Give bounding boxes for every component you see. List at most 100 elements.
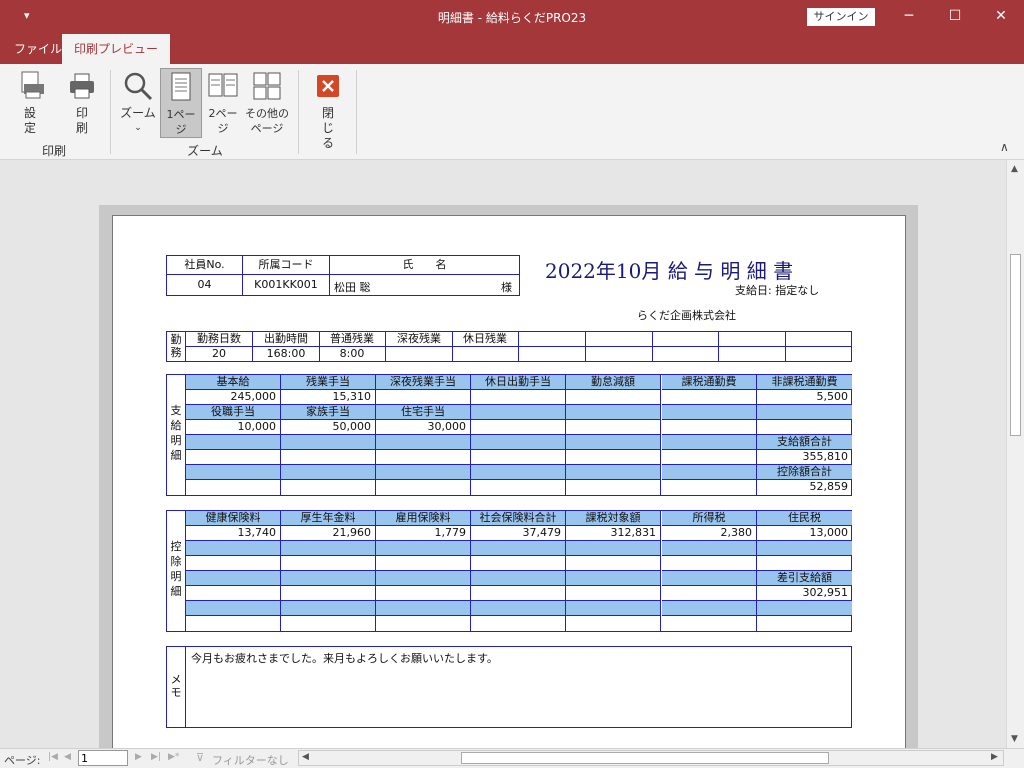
setup-button[interactable]: 設定 (10, 68, 50, 140)
pay-value-cell (376, 450, 471, 465)
pay-value-cell (566, 450, 661, 465)
attendance-header-cell (785, 332, 852, 347)
attendance-value-cell (519, 347, 586, 361)
zoom-button[interactable]: ズーム ⌄ (118, 68, 158, 140)
minimize-icon[interactable]: ─ (886, 0, 932, 34)
deduction-value-cell (662, 586, 757, 601)
maximize-icon[interactable]: ☐ (932, 0, 978, 34)
hscroll-thumb[interactable] (461, 752, 829, 764)
pay-value-cell (471, 390, 566, 405)
ribbon-tabs: ファイル 印刷プレビュー (0, 34, 1024, 64)
group-zoom-label: ズーム (187, 144, 223, 158)
deduction-label-cell (376, 571, 471, 586)
two-page-icon (207, 70, 239, 102)
attendance-table: 勤務 勤務日数 20 出勤時間 168:00 普通残業 8:00 深夜残業 休日残業 (166, 331, 852, 362)
deduction-value-cell (281, 616, 376, 631)
deduction-value-cell: 37,479 (471, 526, 566, 541)
pay-value-cell: 245,000 (186, 390, 281, 405)
new-record-icon[interactable]: ▶* (168, 752, 179, 762)
pay-label-cell: 非課税通勤費 (757, 375, 852, 390)
deduction-value-cell (566, 556, 661, 571)
attendance-header-cell (719, 332, 786, 347)
tab-print-preview[interactable]: 印刷プレビュー (62, 34, 171, 64)
deduction-label-cell (471, 541, 566, 556)
scroll-thumb[interactable] (1010, 254, 1021, 436)
title-bar: ▾ 明細書 - 給料らくだPRO23 サインイン ─ ☐ ✕ (0, 0, 1024, 34)
pay-value-cell: 50,000 (281, 420, 376, 435)
filter-icon[interactable]: ⊽ (196, 751, 204, 764)
print-label: 印刷 (75, 106, 88, 135)
deduction-label-cell (186, 541, 281, 556)
payslip-title: 2022年10月 給 与 明 細 書 (545, 259, 794, 283)
page-number-input[interactable] (78, 750, 128, 766)
scroll-left-icon[interactable]: ◀ (302, 752, 309, 762)
next-page-icon[interactable]: ▶ (135, 752, 142, 762)
zoom-label: ズーム (120, 106, 156, 120)
deduction-label-cell (662, 601, 757, 616)
signin-button[interactable]: サインイン (807, 8, 875, 26)
pay-label-cell: 家族手当 (281, 405, 376, 420)
filter-status[interactable]: フィルターなし (212, 752, 289, 768)
pay-label-cell: 勤怠減額 (566, 375, 661, 390)
pay-label-cell (186, 435, 281, 450)
pay-label-cell: 控除額合計 (757, 465, 852, 480)
pay-label-cell (566, 405, 661, 420)
employee-name: 松田 聡 (334, 281, 371, 294)
pay-label-cell (566, 435, 661, 450)
two-page-button[interactable]: 2ページ (204, 68, 242, 140)
attendance-header-cell (652, 332, 719, 347)
ribbon-separator (356, 70, 357, 154)
pay-label-cell (471, 405, 566, 420)
pay-side-label: 支給明細 (167, 375, 186, 495)
pay-table: 支給明細 基本給 残業手当 深夜残業手当 休日出勤手当 勤怠減額 課税通勤費 非課税通勤費 2… (166, 374, 852, 496)
pay-value-cell (757, 420, 852, 435)
close-window-icon[interactable]: ✕ (978, 0, 1024, 34)
deduction-value-cell (281, 556, 376, 571)
scroll-up-icon[interactable]: ▲ (1011, 164, 1018, 174)
pay-value-cell: 355,810 (757, 450, 852, 465)
vertical-scrollbar[interactable]: ▲ ▼ (1006, 160, 1024, 748)
one-page-button[interactable]: 1ページ (160, 68, 202, 138)
pay-value-cell (186, 450, 281, 465)
other-pages-button[interactable]: その他のページ (244, 68, 290, 140)
close-preview-button[interactable]: 閉じる (310, 68, 346, 150)
deduction-label-cell (376, 541, 471, 556)
prev-page-icon[interactable]: ◀ (64, 752, 71, 762)
pay-label-cell: 休日出勤手当 (471, 375, 566, 390)
deduction-label-cell: 住民税 (757, 511, 852, 526)
chevron-down-icon: ⌄ (134, 123, 142, 133)
preview-area: 社員No. 所属コード 氏 名 04 K001KK001 松田 聡 様 2022… (0, 160, 1006, 748)
page-label: ページ: (4, 754, 41, 767)
horizontal-scrollbar[interactable]: ◀ ▶ (298, 750, 1004, 766)
printer-icon (66, 70, 98, 102)
close-preview-icon (312, 70, 344, 102)
pay-value-cell: 10,000 (186, 420, 281, 435)
deduction-value-cell (376, 616, 471, 631)
deduction-label-cell (281, 541, 376, 556)
deduction-label-cell (376, 601, 471, 616)
attendance-header-cell: 出勤時間 (253, 332, 320, 347)
print-button[interactable]: 印刷 (62, 68, 102, 140)
report-page: 社員No. 所属コード 氏 名 04 K001KK001 松田 聡 様 2022… (112, 215, 906, 748)
deduction-side-label: 控除明細 (167, 511, 186, 631)
memo-box: メモ 今月もお疲れさまでした。来月もよろしくお願いいたします。 (166, 646, 852, 728)
page-setup-icon (14, 70, 46, 102)
pay-value-cell (662, 390, 757, 405)
last-page-icon[interactable]: ▶| (151, 752, 161, 762)
deduction-value-cell (186, 586, 281, 601)
deduction-value-cell (471, 616, 566, 631)
ribbon: 設定 印刷 印刷 ズーム ⌄ 1ページ 2ページ その他のページ ズーム 閉じる… (0, 64, 1024, 160)
deduction-label-cell (471, 571, 566, 586)
close-label: 閉じる (321, 106, 334, 150)
attendance-value-cell: 8:00 (319, 347, 386, 361)
attendance-value-cell: 20 (186, 347, 253, 361)
pay-value-cell (566, 390, 661, 405)
deduction-value-cell (566, 586, 661, 601)
collapse-ribbon-icon[interactable]: ∧ (1000, 140, 1009, 154)
first-page-icon[interactable]: |◀ (48, 752, 58, 762)
pay-value-cell (471, 480, 566, 495)
deduction-label-cell: 健康保険料 (186, 511, 281, 526)
scroll-right-icon[interactable]: ▶ (991, 752, 998, 762)
ribbon-separator (298, 70, 299, 154)
scroll-down-icon[interactable]: ▼ (1011, 734, 1018, 744)
